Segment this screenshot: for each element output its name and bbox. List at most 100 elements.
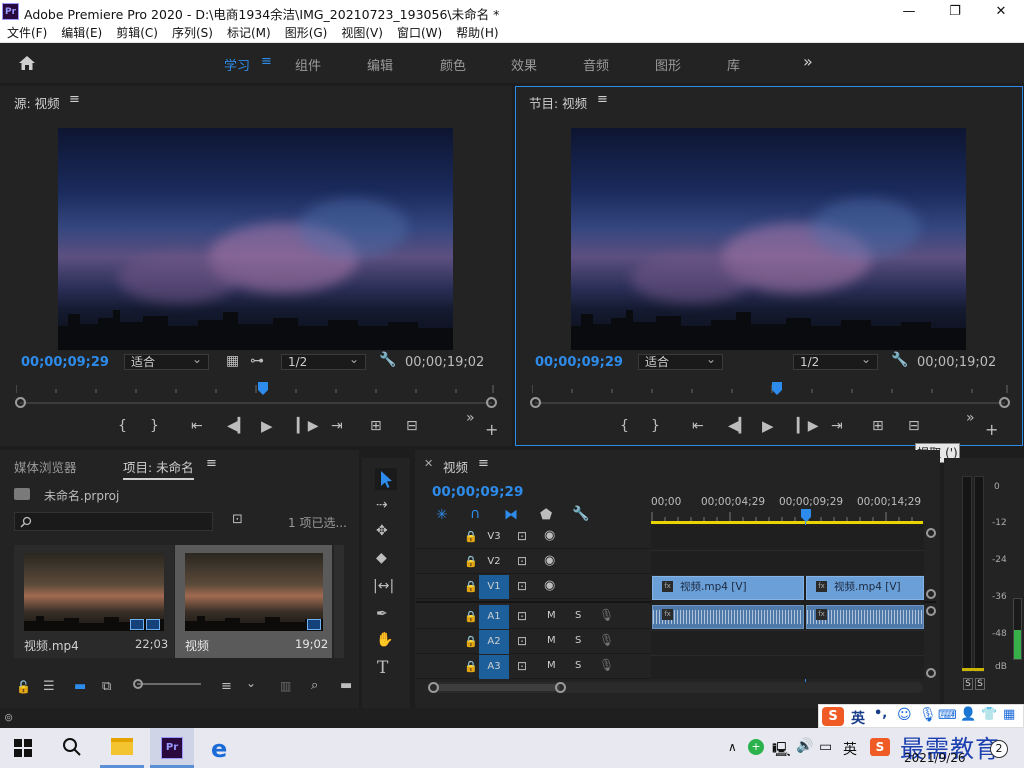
program-button-editor-icon[interactable]: + bbox=[985, 420, 998, 439]
program-panel-menu-icon[interactable]: ≡ bbox=[597, 92, 608, 107]
program-more-controls-icon[interactable]: » bbox=[966, 410, 975, 426]
play-icon[interactable]: ▶ bbox=[261, 417, 273, 435]
razor-tool-icon[interactable]: ◆ bbox=[376, 550, 387, 566]
program-timecode[interactable]: 00;00;09;29 bbox=[535, 355, 623, 370]
tray-app-icon[interactable]: + bbox=[748, 739, 764, 755]
timeline-zoom-handle-left[interactable] bbox=[428, 682, 439, 693]
ripple-edit-tool-icon[interactable]: ✥ bbox=[376, 523, 388, 539]
step-forward-icon[interactable]: ▎▶ bbox=[297, 418, 319, 434]
selection-tool-icon[interactable] bbox=[375, 468, 397, 490]
program-zoom-handle-left[interactable] bbox=[530, 397, 541, 408]
menu-clip[interactable]: 剪辑(C) bbox=[109, 24, 165, 41]
thumbnail-size-slider[interactable] bbox=[137, 683, 201, 685]
menu-view[interactable]: 视图(V) bbox=[334, 24, 390, 41]
project-panel-menu-icon[interactable]: ≡ bbox=[206, 456, 217, 471]
home-icon[interactable] bbox=[18, 55, 36, 71]
tab-project[interactable]: 项目: 未命名 bbox=[123, 457, 194, 480]
panel-menu-icon[interactable]: ≡ bbox=[69, 92, 80, 107]
track-mute-button[interactable]: M bbox=[547, 635, 556, 646]
track-lock-icon[interactable]: 🔒 bbox=[464, 635, 478, 648]
program-step-back-icon[interactable]: ◀▎ bbox=[728, 418, 750, 434]
timeline-settings-wrench-icon[interactable]: 🔧 bbox=[572, 506, 589, 522]
ime-user-icon[interactable]: 👤 bbox=[960, 707, 976, 722]
creative-cloud-icon[interactable]: ⊚ bbox=[4, 711, 13, 724]
taskbar-date[interactable]: 2021/9/26 bbox=[904, 751, 966, 765]
source-zoom-bar[interactable] bbox=[20, 402, 492, 404]
track-sync-lock-icon[interactable]: ⊡ bbox=[517, 579, 527, 593]
track-select-tool-icon[interactable]: ⇢ bbox=[376, 497, 388, 513]
meter-solo-left-button[interactable]: S bbox=[963, 678, 973, 690]
program-ruler[interactable] bbox=[532, 385, 1008, 397]
close-timeline-icon[interactable]: ✕ bbox=[424, 457, 433, 470]
video-clip[interactable]: fx 视频.mp4 [V] bbox=[652, 576, 804, 600]
timeline-playhead[interactable] bbox=[800, 509, 812, 523]
track-target-v1[interactable]: V1 bbox=[479, 575, 509, 599]
ime-keyboard-icon[interactable]: ⌨ bbox=[938, 708, 957, 723]
tray-display-icon[interactable]: ▭ bbox=[819, 739, 832, 755]
audio-clip[interactable]: fx bbox=[652, 605, 804, 629]
source-timecode[interactable]: 00;00;09;29 bbox=[21, 355, 109, 370]
tab-editing[interactable]: 编辑 bbox=[367, 55, 393, 74]
track-solo-button[interactable]: S bbox=[575, 635, 581, 646]
program-playhead[interactable] bbox=[771, 382, 783, 396]
thumbnail-size-handle[interactable] bbox=[133, 679, 143, 689]
source-resolution-dropdown[interactable]: 1/2 bbox=[281, 352, 366, 370]
lock-icon[interactable]: 🔓 bbox=[16, 680, 31, 694]
track-lock-icon[interactable]: 🔒 bbox=[464, 530, 478, 543]
drag-video-icon[interactable]: ▦ bbox=[226, 353, 239, 369]
list-view-icon[interactable]: ☰ bbox=[43, 679, 55, 694]
track-target-a2[interactable]: A2 bbox=[479, 630, 509, 654]
tray-volume-icon[interactable]: 🔊 bbox=[796, 738, 813, 754]
snap-magnet-icon[interactable]: ∩ bbox=[470, 506, 480, 522]
add-marker-icon[interactable]: ⬟ bbox=[540, 507, 552, 523]
ime-punct-toggle[interactable]: •, bbox=[874, 706, 887, 721]
step-back-icon[interactable]: ◀▎ bbox=[227, 418, 249, 434]
ime-toolbox-icon[interactable]: ▦ bbox=[1003, 707, 1015, 722]
mark-in-icon[interactable]: { bbox=[118, 418, 127, 434]
track-eye-icon[interactable]: ◉ bbox=[544, 553, 555, 568]
track-lock-icon[interactable]: 🔒 bbox=[464, 660, 478, 673]
maximize-button[interactable]: ❐ bbox=[932, 0, 978, 23]
track-target-a3[interactable]: A3 bbox=[479, 655, 509, 679]
tray-network-icon[interactable]: 🖳 bbox=[772, 739, 791, 763]
source-zoom-handle-right[interactable] bbox=[486, 397, 497, 408]
source-more-controls-icon[interactable]: » bbox=[466, 410, 475, 426]
sort-icons-icon[interactable]: ≡ bbox=[221, 679, 232, 694]
new-search-bin-icon[interactable]: ⊡ bbox=[232, 512, 243, 527]
insert-icon[interactable]: ⊞ bbox=[370, 418, 382, 434]
overwrite-icon[interactable]: ⊟ bbox=[406, 418, 418, 434]
program-go-to-out-icon[interactable]: ⇥ bbox=[831, 418, 843, 434]
freeform-view-icon[interactable]: ⧉ bbox=[102, 679, 111, 694]
track-sync-lock-icon[interactable]: ⊡ bbox=[517, 634, 527, 648]
project-search-input[interactable] bbox=[14, 512, 213, 531]
track-eye-icon[interactable]: ◉ bbox=[544, 578, 555, 593]
tab-effects[interactable]: 效果 bbox=[511, 55, 537, 74]
menu-graphics[interactable]: 图形(G) bbox=[278, 24, 335, 41]
program-zoom-handle-right[interactable] bbox=[999, 397, 1010, 408]
tray-expand-icon[interactable]: ∧ bbox=[728, 740, 737, 754]
timeline-timecode[interactable]: 00;00;09;29 bbox=[432, 484, 523, 500]
program-fit-dropdown[interactable]: 适合 bbox=[638, 352, 723, 370]
extract-icon[interactable]: ⊟ bbox=[908, 418, 920, 434]
slip-tool-icon[interactable]: |↔| bbox=[373, 578, 394, 594]
program-mark-out-icon[interactable]: } bbox=[651, 418, 660, 434]
ime-skin-icon[interactable]: 👕 bbox=[981, 707, 997, 722]
track-sync-lock-icon[interactable]: ⊡ bbox=[517, 529, 527, 543]
track-sync-lock-icon[interactable]: ⊡ bbox=[517, 609, 527, 623]
program-zoom-bar[interactable] bbox=[535, 402, 1005, 404]
source-fit-dropdown[interactable]: 适合 bbox=[124, 352, 209, 370]
menu-sequence[interactable]: 序列(S) bbox=[165, 24, 220, 41]
icon-view-icon[interactable]: ▬ bbox=[74, 679, 86, 694]
go-to-in-icon[interactable]: ⇤ bbox=[191, 418, 203, 434]
taskbar-edge[interactable]: e bbox=[200, 728, 244, 768]
drag-audio-icon[interactable]: ⊶ bbox=[250, 353, 264, 369]
windows-start-icon[interactable] bbox=[14, 739, 32, 757]
track-sync-lock-icon[interactable]: ⊡ bbox=[517, 659, 527, 673]
tab-assembly[interactable]: 组件 bbox=[295, 55, 321, 74]
tab-audio[interactable]: 音频 bbox=[583, 55, 609, 74]
source-monitor-title[interactable]: 源: 视频 bbox=[14, 93, 60, 112]
tab-graphics[interactable]: 图形 bbox=[655, 55, 681, 74]
hand-tool-icon[interactable]: ✋ bbox=[376, 632, 393, 648]
find-icon[interactable]: ⌕ bbox=[311, 678, 318, 693]
program-go-to-in-icon[interactable]: ⇤ bbox=[692, 418, 704, 434]
